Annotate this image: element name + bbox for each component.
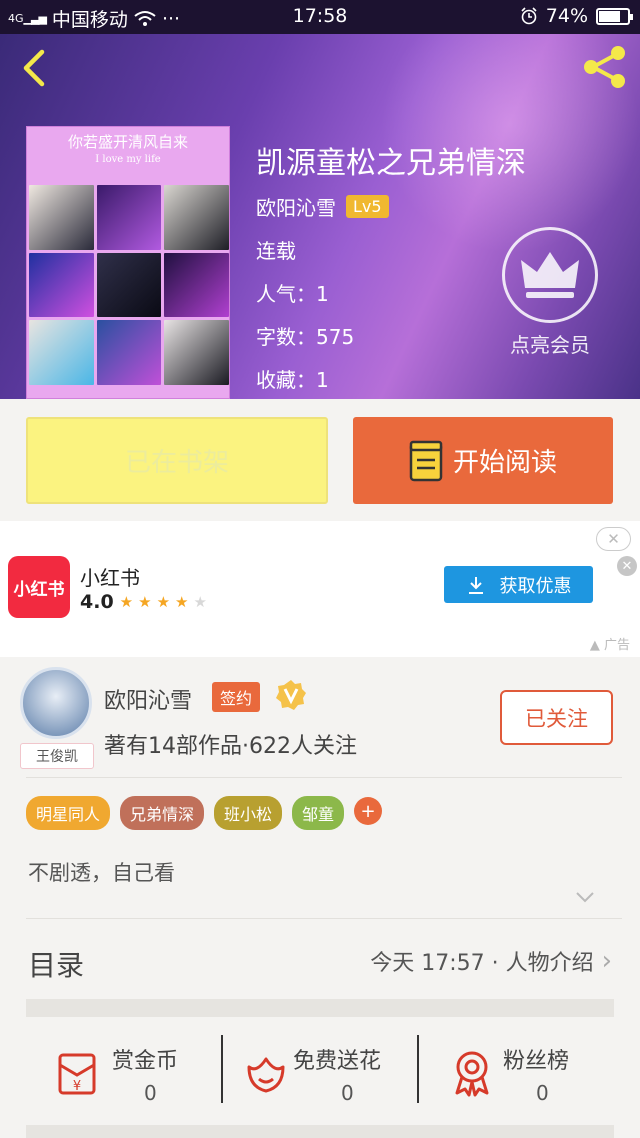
send-flower-label: 免费送花 — [293, 1049, 382, 1074]
share-button[interactable] — [580, 42, 630, 92]
ad-app-logo: 小红书 — [8, 556, 70, 618]
send-flower-button[interactable]: 免费送花 0 — [223, 1025, 417, 1115]
svg-text:¥: ¥ — [73, 1079, 81, 1094]
cover-photo-grid — [27, 185, 229, 385]
flower-icon — [247, 1057, 285, 1093]
star-icon: ★ — [138, 593, 157, 611]
back-button[interactable] — [14, 46, 58, 90]
followed-button[interactable]: 已关注 — [500, 690, 613, 745]
book-favorites: 收藏：1 — [256, 368, 329, 392]
author-section: 王俊凯 欧阳沁雪 签约 著有14部作品·622人关注 已关注 明星同人 兄弟情深班… — [0, 657, 640, 1138]
tag-chip[interactable]: 班小松 — [214, 796, 283, 830]
fan-ranking-button[interactable]: 粉丝榜 0 — [419, 1025, 640, 1115]
cover-photo — [164, 252, 229, 318]
ad-tag-text: 广告 — [603, 638, 630, 653]
book-word-count: 字数：575 — [256, 325, 355, 349]
fan-ranking-label: 粉丝榜 — [503, 1049, 570, 1074]
battery-level — [599, 10, 620, 22]
section-separator — [26, 1125, 614, 1138]
book-title: 凯源童松之兄弟情深 — [256, 146, 526, 181]
battery-icon — [596, 7, 633, 25]
avatar[interactable] — [20, 667, 92, 739]
start-reading-button[interactable]: 开始阅读 — [353, 417, 613, 504]
cover-photo — [96, 185, 162, 250]
book-author-row[interactable]: 欧阳沁雪 Lv5 — [256, 192, 389, 221]
cover-photo — [29, 252, 94, 318]
ad-cta-label: 获取优惠 — [499, 575, 572, 597]
reward-coin-count: 0 — [144, 1081, 157, 1105]
ad-rating: 4.0 ★★★★★ — [80, 591, 212, 613]
status-bar: 4G▁▃▅ 中国移动 ··· 17:58 74% — [0, 0, 640, 34]
signed-badge: 签约 — [212, 682, 261, 712]
support-bar: ¥ 赏金币 0 免费送花 0 粉丝榜 0 — [0, 1025, 640, 1115]
ad-close-button[interactable]: ✕ — [596, 527, 631, 551]
reward-coin-icon: ¥ — [58, 1053, 96, 1095]
star-icon: ★ — [119, 593, 139, 611]
toc-label[interactable]: 目录 — [28, 944, 84, 984]
medal-icon — [455, 1051, 489, 1097]
divider — [26, 918, 622, 919]
send-flower-count: 0 — [341, 1081, 354, 1105]
ad-rating-value: 4.0 — [80, 591, 114, 613]
download-icon — [468, 576, 483, 594]
star-icon: ★ — [193, 593, 212, 611]
battery-percent: 74% — [545, 5, 588, 27]
book-description: 不剧透，自己看 — [28, 861, 175, 885]
ad-tag: ▲ 广告 — [589, 638, 630, 653]
book-author[interactable]: 欧阳沁雪 — [256, 192, 336, 221]
reward-coin-button[interactable]: ¥ 赏金币 0 — [0, 1025, 220, 1115]
verified-v-icon — [276, 680, 306, 710]
cover-photo — [96, 320, 162, 385]
level-badge: Lv5 — [346, 195, 389, 218]
book-cover[interactable]: 你若盛开清风自来 I love my life — [26, 126, 230, 399]
book-header: 你若盛开清风自来 I love my life 凯源童松之兄弟情深 欧阳沁雪 L… — [0, 34, 640, 399]
cover-photo — [29, 185, 94, 250]
tag-chip[interactable]: 邹童 — [292, 796, 345, 830]
book-popularity: 人气：1 — [256, 282, 329, 306]
tag-list: 明星同人 兄弟情深 班小松 邹童 + — [26, 796, 383, 830]
cover-title: 你若盛开清风自来 — [67, 133, 188, 151]
vip-label: 点亮会员 — [510, 333, 590, 357]
alarm-icon — [521, 7, 537, 25]
crown-icon — [502, 227, 598, 323]
vip-button[interactable]: 点亮会员 — [502, 227, 598, 358]
fan-ranking-count: 0 — [536, 1081, 549, 1105]
author-stats: 著有14部作品·622人关注 — [104, 734, 357, 759]
cover-photo — [29, 320, 94, 385]
divider — [26, 777, 622, 778]
add-tag-button[interactable]: + — [354, 797, 383, 825]
cover-subtitle: I love my life — [95, 154, 161, 165]
rating-stars: ★★★★★ — [120, 593, 212, 611]
chevron-down-icon[interactable] — [575, 890, 595, 904]
reward-coin-label: 赏金币 — [112, 1049, 179, 1074]
toc-latest-chapter: 今天 17:57 · 人物介绍 — [370, 951, 594, 976]
toc-latest-link[interactable]: 今天 17:57 · 人物介绍 › — [370, 945, 612, 977]
ad-get-offer-button[interactable]: 获取优惠 — [444, 566, 593, 603]
book-status: 连载 — [256, 239, 296, 263]
cover-photo — [164, 320, 229, 385]
ad-app-name: 小红书 — [80, 566, 140, 590]
tag-chip[interactable]: 兄弟情深 — [120, 796, 205, 830]
in-bookshelf-button[interactable]: 已在书架 — [26, 417, 328, 504]
author-name[interactable]: 欧阳沁雪 — [104, 683, 192, 715]
cover-photo — [96, 252, 162, 318]
star-icon: ★ — [175, 593, 194, 611]
section-separator — [26, 999, 614, 1017]
cover-photo — [164, 185, 229, 250]
chevron-right-icon: › — [601, 946, 612, 976]
start-reading-label: 开始阅读 — [452, 448, 557, 478]
action-bar: 已在书架 开始阅读 — [0, 399, 640, 521]
avatar-tag: 王俊凯 — [20, 743, 94, 769]
book-icon — [409, 440, 443, 481]
ad-dismiss-icon[interactable]: ✕ — [617, 556, 637, 576]
tag-chip[interactable]: 明星同人 — [26, 796, 111, 830]
star-icon: ★ — [156, 593, 176, 611]
ad-banner[interactable]: 小红书 小红书 4.0 ★★★★★ 获取优惠 ✕ ✕ ▲ 广告 — [0, 521, 640, 657]
